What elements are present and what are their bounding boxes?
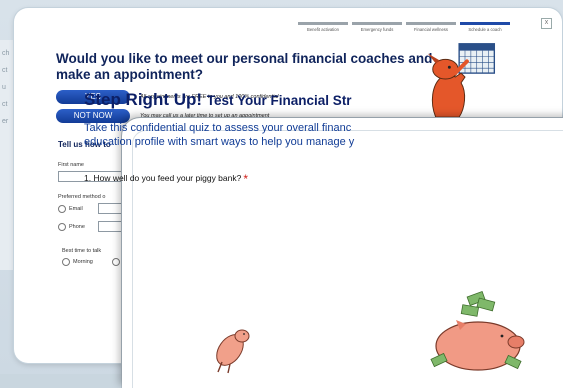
phone-radio-label: Phone (69, 224, 85, 230)
quiz-description-line: education profile with smart ways to hel… (84, 136, 355, 148)
step-bar (460, 22, 510, 25)
required-asterisk: * (243, 172, 249, 186)
radio-circle-icon (58, 223, 66, 231)
phone-radio[interactable]: Phone (58, 223, 85, 231)
radio-circle-icon (58, 205, 66, 213)
step-bar (406, 22, 456, 25)
close-icon[interactable]: x (541, 18, 552, 29)
radio-circle-icon (62, 258, 70, 266)
email-radio[interactable]: Email (58, 205, 83, 213)
background-sidebar: ch ct u ct er (0, 40, 15, 270)
afternoon-radio[interactable] (112, 258, 120, 266)
sidebar-fragment: ct (2, 101, 8, 108)
morning-radio[interactable]: Morning (62, 258, 93, 266)
step-bar (352, 22, 402, 25)
dialog-title: Would you like to meet our personal fina… (56, 51, 433, 82)
quiz-description-line: Take this confidential quiz to assess yo… (84, 122, 352, 134)
morning-radio-label: Morning (73, 259, 93, 265)
step-emergency-funds[interactable]: Emergency funds (352, 22, 402, 32)
step-benefit-activation[interactable]: Benefit activation (298, 22, 348, 32)
quiz-description: Take this confidential quiz to assess yo… (84, 121, 484, 149)
best-time-label: Best time to talk (62, 248, 102, 254)
sidebar-fragment: u (2, 84, 6, 91)
sidebar-fragment: ch (2, 50, 10, 57)
question-1: 1. How well do you feed your piggy bank?… (84, 172, 248, 186)
first-name-label: First name (58, 162, 84, 168)
radio-circle-icon (112, 258, 120, 266)
fat-pig-with-money-illustration[interactable] (426, 290, 530, 374)
preferred-method-label: Preferred method o (58, 194, 106, 200)
skinny-pig-illustration[interactable] (200, 320, 260, 374)
step-financial-wellness[interactable]: Financial wellness (406, 22, 456, 32)
email-radio-label: Email (69, 206, 83, 212)
step-schedule-coach[interactable]: Schedule a coach (460, 22, 510, 32)
quiz-subtitle: Test Your Financial Str (206, 93, 352, 108)
sidebar-fragment: er (2, 118, 9, 125)
step-label: Benefit activation (307, 27, 339, 32)
quiz-title: Step Right Up! Test Your Financial Str (84, 90, 352, 110)
sidebar-fragment: ct (2, 67, 8, 74)
step-label: Emergency funds (360, 27, 394, 32)
step-label: Schedule a coach (468, 27, 502, 32)
step-bar (298, 22, 348, 25)
step-label: Financial wellness (414, 27, 448, 32)
question-1-text: 1. How well do you feed your piggy bank? (84, 173, 242, 183)
quiz-title-main: Step Right Up! (84, 90, 203, 109)
dog-with-calendar-illustration (427, 43, 496, 118)
progress-steps: Benefit activation Emergency funds Finan… (298, 22, 510, 32)
